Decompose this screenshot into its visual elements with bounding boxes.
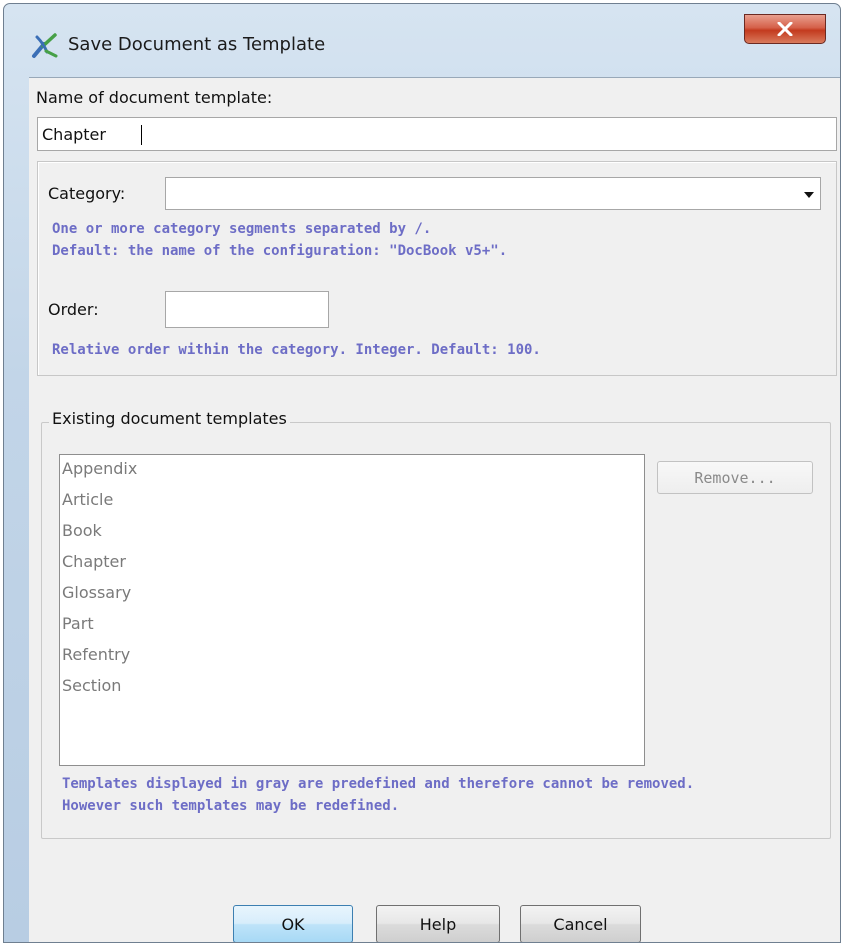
template-name-input[interactable]	[37, 117, 837, 151]
list-item[interactable]: Book	[62, 521, 102, 540]
oxygen-logo-icon	[31, 32, 59, 60]
list-item[interactable]: Glossary	[62, 583, 131, 602]
order-input[interactable]	[165, 291, 329, 328]
existing-templates-legend: Existing document templates	[49, 409, 290, 428]
order-label: Order:	[48, 300, 99, 319]
category-hint-line2: Default: the name of the configuration: …	[52, 243, 508, 259]
list-item[interactable]: Chapter	[62, 552, 126, 571]
title-bar[interactable]: Save Document as Template	[4, 4, 840, 74]
predefined-note-line1: Templates displayed in gray are predefin…	[62, 776, 695, 792]
name-field-label: Name of document template:	[36, 88, 273, 107]
dialog-window: Save Document as Template Name of docume…	[3, 3, 841, 943]
dialog-content: Name of document template: Category: One…	[29, 77, 840, 942]
category-label: Category:	[48, 184, 126, 203]
list-item[interactable]: Part	[62, 614, 94, 633]
category-combobox[interactable]	[165, 177, 821, 210]
window-title: Save Document as Template	[68, 34, 326, 55]
cancel-button[interactable]: Cancel	[520, 905, 641, 942]
list-item[interactable]: Section	[62, 676, 121, 695]
list-item[interactable]: Article	[62, 490, 113, 509]
remove-button[interactable]: Remove...	[657, 461, 813, 494]
list-item[interactable]: Appendix	[62, 459, 137, 478]
order-hint: Relative order within the category. Inte…	[52, 342, 541, 358]
category-hint-line1: One or more category segments separated …	[52, 221, 432, 237]
close-icon	[777, 22, 793, 36]
chevron-down-icon[interactable]	[804, 192, 814, 198]
list-item[interactable]: Refentry	[62, 645, 130, 664]
close-button[interactable]	[744, 14, 826, 44]
predefined-note-line2: However such templates may be redefined.	[62, 798, 400, 814]
help-button[interactable]: Help	[376, 905, 500, 942]
ok-button[interactable]: OK	[233, 905, 353, 942]
templates-list[interactable]: Appendix Article Book Chapter Glossary P…	[59, 454, 645, 766]
text-caret	[141, 125, 142, 145]
